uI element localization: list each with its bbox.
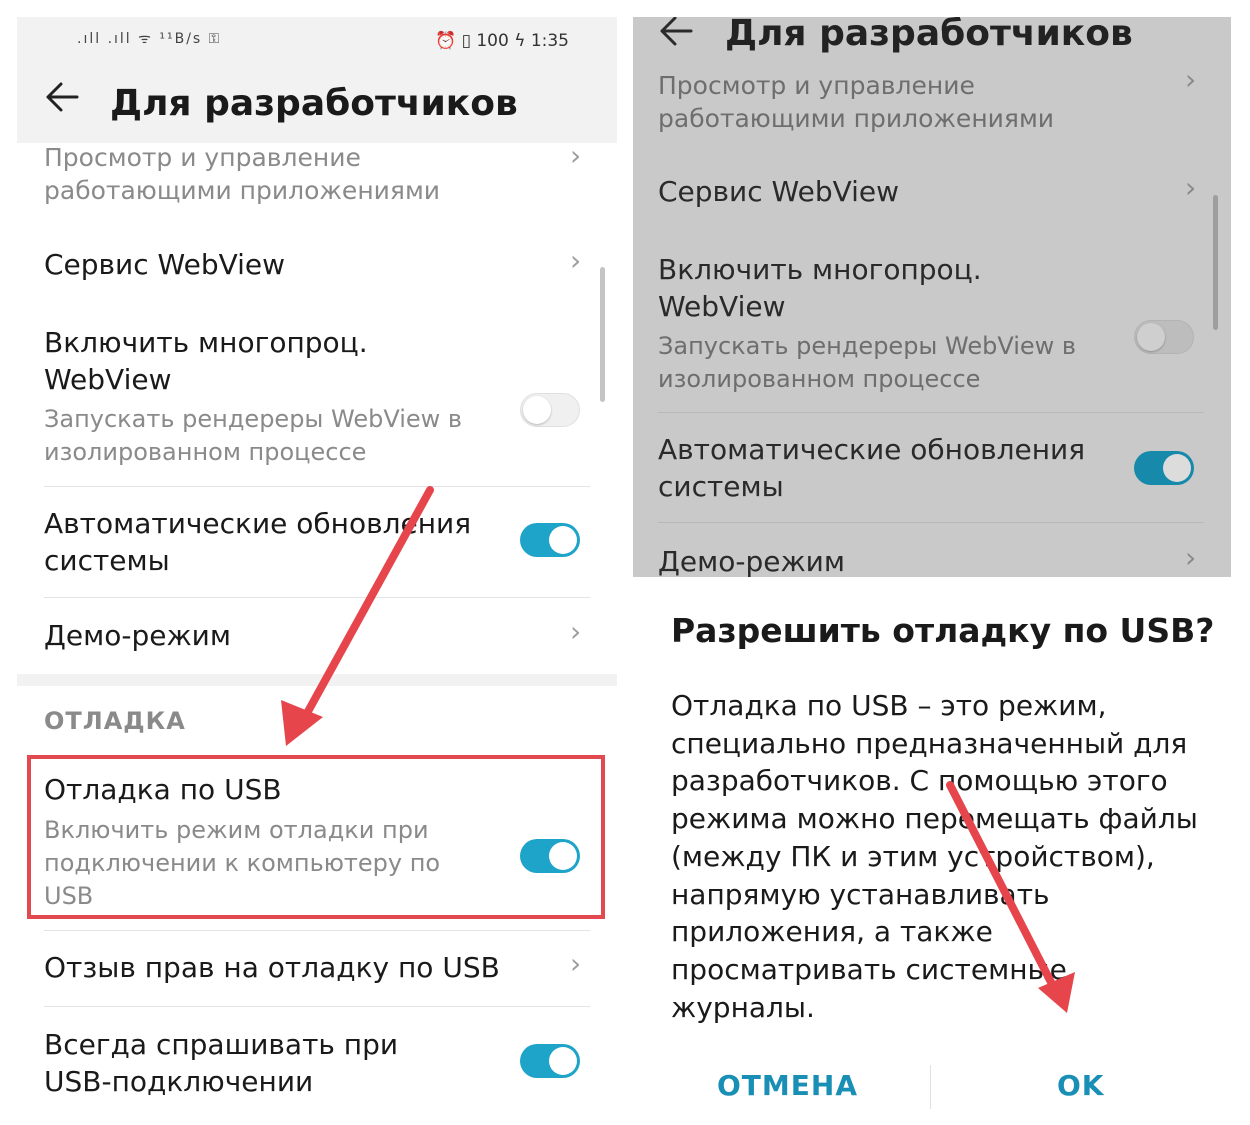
red-arrow-left xyxy=(281,486,434,746)
red-arrow-right xyxy=(946,781,1075,1013)
annotation-arrows xyxy=(281,486,1075,1013)
